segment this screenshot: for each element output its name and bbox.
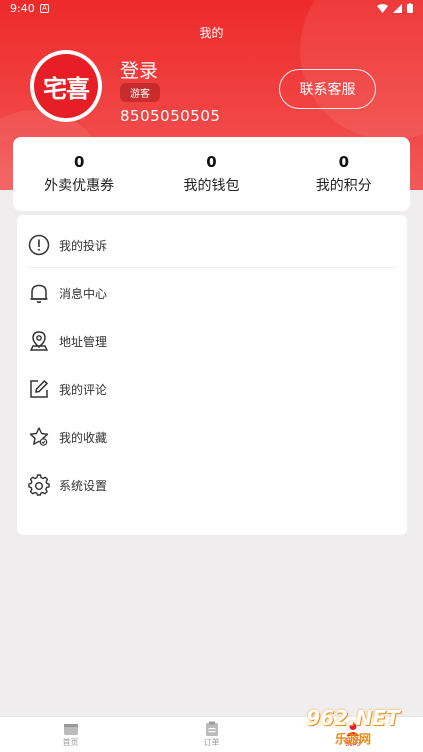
wifi-icon [377,3,388,13]
menu-item-complaints[interactable]: 我的投诉 [27,221,397,269]
brand-logo: 宅喜 [34,54,98,118]
stat-value: 0 [73,153,85,171]
contact-service-button[interactable]: 联系客服 [279,69,376,109]
stats-card: 0 外卖优惠券 0 我的钱包 0 我的积分 [13,137,410,211]
tab-orders[interactable]: 订单 [141,717,282,752]
watermark-text: 962.NET [306,705,400,730]
menu-item-label: 我的收藏 [59,430,108,445]
edit-icon [27,377,51,401]
alert-circle-icon [27,233,51,257]
menu-item-messages[interactable]: 消息中心 [27,269,397,317]
signal-icon [393,3,402,13]
stat-label: 我的钱包 [183,178,240,194]
gear-icon [27,473,51,497]
status-time: 9:40 [10,2,35,15]
menu-item-settings[interactable]: 系统设置 [27,461,397,509]
page-title: 我的 [199,26,224,40]
phone-number: 8505050505 [120,107,221,125]
stat-wallet[interactable]: 0 我的钱包 [145,137,277,211]
menu-item-label: 我的投诉 [59,238,108,253]
stat-value: 0 [338,153,350,171]
divider [27,267,397,268]
stat-label: 我的积分 [315,178,372,194]
tab-label: 首页 [62,737,79,747]
watermark-subtext: 乐游网 [334,731,371,746]
home-icon [63,723,78,735]
menu-item-label: 消息中心 [59,286,108,301]
menu-list: 我的投诉 消息中心 地址管理 我的评论 我的收藏 系统设置 [17,215,407,535]
login-link[interactable]: 登录 [120,56,158,83]
menu-item-reviews[interactable]: 我的评论 [27,365,397,413]
guest-badge: 游客 [120,83,160,102]
notification-a-icon: A [40,4,49,13]
menu-item-label: 地址管理 [59,334,108,349]
stat-points[interactable]: 0 我的积分 [278,137,410,211]
stat-value: 0 [206,153,217,171]
site-watermark: 962.NET 乐游网 [288,704,418,748]
avatar[interactable]: 宅喜 [30,50,102,122]
battery-icon [407,3,413,13]
clipboard-icon [205,721,218,736]
menu-item-label: 系统设置 [59,478,108,493]
menu-item-label: 我的评论 [59,382,108,397]
bell-icon [27,281,51,305]
tab-label: 订单 [203,738,220,747]
stat-label: 外卖优惠券 [44,178,115,194]
star-icon [27,425,51,449]
menu-item-address[interactable]: 地址管理 [27,317,397,365]
stat-coupons[interactable]: 0 外卖优惠券 [13,137,145,211]
menu-item-favorites[interactable]: 我的收藏 [27,413,397,461]
location-pin-icon [27,329,51,353]
status-bar: 9:40 A [0,0,423,18]
tab-home[interactable]: 首页 [0,717,141,752]
status-icons [377,3,413,13]
